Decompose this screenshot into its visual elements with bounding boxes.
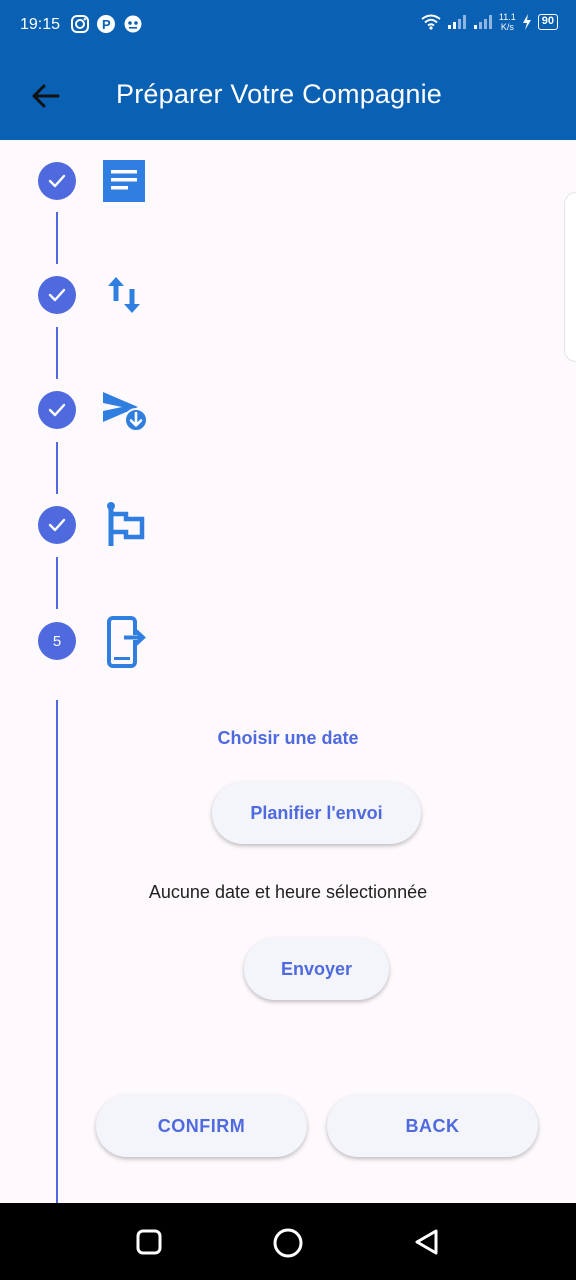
app-bar: Préparer Votre Compagnie [0, 52, 576, 140]
status-time: 19:15 [20, 16, 61, 33]
article-icon [100, 157, 148, 205]
bot-icon [124, 15, 142, 33]
check-icon [48, 174, 66, 188]
recents-button[interactable] [134, 1227, 164, 1257]
step-2-indicator[interactable] [38, 276, 76, 314]
phone-exit-icon [100, 616, 148, 668]
back-button[interactable] [28, 78, 64, 114]
step-connector [56, 557, 58, 609]
step-connector [56, 442, 58, 494]
step-content-line [56, 700, 58, 1203]
back-nav-button[interactable] [412, 1227, 442, 1257]
swap-vertical-icon [100, 271, 148, 319]
send-download-icon [100, 386, 148, 434]
battery-indicator: 90 [537, 14, 558, 30]
step-connector [56, 327, 58, 379]
flag-icon [100, 500, 148, 548]
circle-icon [273, 1228, 303, 1258]
step-4-indicator[interactable] [38, 506, 76, 544]
step-3-indicator[interactable] [38, 391, 76, 429]
back-step-button[interactable]: BACK [327, 1095, 538, 1157]
home-button[interactable] [272, 1227, 303, 1258]
confirm-button[interactable]: CONFIRM [96, 1095, 307, 1157]
arrow-left-icon [32, 84, 60, 108]
step-5-indicator[interactable]: 5 [38, 622, 76, 660]
status-bar: 19:15 P 11.1 K/s 90 [0, 0, 576, 52]
signal-icon [473, 15, 492, 29]
side-card-edge [564, 192, 576, 362]
check-icon [48, 518, 66, 532]
step-number: 5 [52, 632, 62, 650]
triangle-back-icon [415, 1229, 438, 1255]
charging-icon [522, 14, 531, 30]
step-connector [56, 212, 58, 264]
send-button[interactable]: Envoyer [244, 938, 389, 1000]
svg-text:P: P [102, 17, 111, 32]
step-1-indicator[interactable] [38, 162, 76, 200]
signal-icon [447, 15, 466, 29]
stepper-content: 5 Choisir une date Planifier l'envoi Auc… [0, 140, 576, 1203]
schedule-send-button[interactable]: Planifier l'envoi [212, 782, 421, 844]
net-speed: 11.1 K/s [498, 12, 516, 32]
instagram-icon [71, 15, 89, 33]
system-nav-bar [0, 1203, 576, 1280]
no-date-text: Aucune date et heure sélectionnée [148, 882, 428, 902]
check-icon [48, 288, 66, 302]
page-title: Préparer Votre Compagnie [116, 79, 442, 109]
wifi-icon [421, 14, 441, 30]
check-icon [48, 403, 66, 417]
choose-date-label: Choisir une date [217, 728, 359, 748]
p-icon: P [97, 15, 115, 33]
square-icon [136, 1229, 162, 1255]
